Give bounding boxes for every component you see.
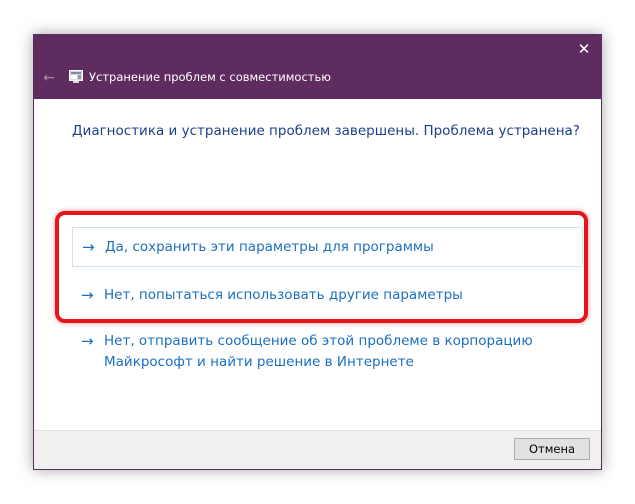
troubleshooter-window: ✕ ← Устранение проблем с совместимостью … — [33, 34, 602, 470]
arrow-right-icon: → — [81, 332, 94, 350]
troubleshooter-app-icon — [69, 70, 83, 83]
option-report-problem[interactable]: → Нет, отправить сообщение об этой пробл… — [72, 329, 583, 373]
title-bar: ✕ ← Устранение проблем с совместимостью — [34, 35, 601, 99]
close-icon: ✕ — [577, 40, 591, 58]
back-button[interactable]: ← — [40, 69, 58, 87]
arrow-right-icon: → — [81, 286, 94, 304]
cancel-button[interactable]: Отмена — [514, 438, 590, 460]
footer-bar: Отмена — [34, 430, 601, 469]
back-arrow-icon: ← — [43, 70, 55, 86]
close-button[interactable]: ✕ — [567, 35, 601, 63]
option-save-settings[interactable]: → Да, сохранить эти параметры для програ… — [72, 227, 583, 267]
page-heading: Диагностика и устранение проблем заверше… — [72, 123, 580, 139]
option-label: Нет, отправить сообщение об этой проблем… — [104, 333, 533, 370]
window-title: Устранение проблем с совместимостью — [89, 70, 331, 84]
option-label: Да, сохранить эти параметры для программ… — [105, 239, 434, 255]
option-label: Нет, попытаться использовать другие пара… — [104, 287, 463, 303]
option-try-other-settings[interactable]: → Нет, попытаться использовать другие па… — [72, 283, 583, 311]
arrow-right-icon: → — [82, 238, 95, 256]
